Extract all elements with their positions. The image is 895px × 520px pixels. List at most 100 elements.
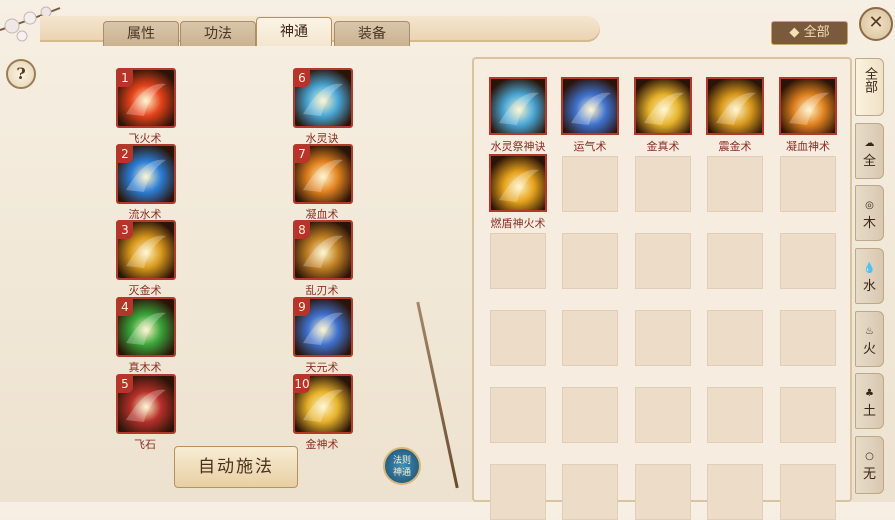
- skill-name: 运气术: [573, 140, 607, 153]
- law-label: 法则: [392, 456, 411, 466]
- law-divine-power-button[interactable]: 法则 神通: [383, 447, 421, 485]
- help-icon[interactable]: ?: [6, 59, 36, 89]
- skill-slot-7[interactable]: 7 凝血术: [293, 144, 353, 222]
- empty-slot[interactable]: [562, 233, 618, 289]
- skill-icon: [779, 77, 837, 135]
- skill-icon: [706, 77, 764, 135]
- skill-name: 乱刃术: [305, 284, 339, 297]
- side-tab-2[interactable]: ◎ 木: [855, 185, 884, 241]
- tab-equipment[interactable]: 装备: [334, 21, 410, 46]
- inventory-skill[interactable]: 凝血神术: [771, 77, 845, 154]
- empty-slot[interactable]: [635, 156, 691, 212]
- skill-icon: 3: [116, 220, 176, 280]
- skill-slot-5[interactable]: 5 飞石: [116, 374, 176, 452]
- empty-slot[interactable]: [780, 464, 836, 520]
- skill-slot-4[interactable]: 4 真木术: [116, 297, 176, 375]
- skill-icon: [561, 77, 619, 135]
- close-icon[interactable]: ✕: [859, 7, 893, 41]
- empty-slot[interactable]: [562, 464, 618, 520]
- skill-icon: [634, 77, 692, 135]
- skill-slot-1[interactable]: 1 飞火术: [116, 68, 176, 146]
- inventory-skill[interactable]: 水灵祭神诀: [481, 77, 555, 154]
- side-tab-4[interactable]: ♨ 火: [855, 311, 884, 367]
- slot-number: 5: [118, 376, 133, 393]
- empty-slot[interactable]: [780, 310, 836, 366]
- skill-slot-8[interactable]: 8 乱刃术: [293, 220, 353, 298]
- empty-slot[interactable]: [635, 464, 691, 520]
- skill-name: 金神术: [305, 438, 339, 451]
- skill-name: 水灵祭神诀: [490, 140, 546, 153]
- empty-slot[interactable]: [707, 310, 763, 366]
- skill-slot-6[interactable]: 6 水灵诀: [293, 68, 353, 146]
- empty-slot[interactable]: [490, 387, 546, 443]
- side-tab-label: 土: [862, 404, 876, 419]
- empty-slot[interactable]: [562, 387, 618, 443]
- side-tab-5[interactable]: ♣ 土: [855, 373, 884, 429]
- tab-attributes[interactable]: 属性: [103, 21, 179, 46]
- skill-slot-2[interactable]: 2 流水术: [116, 144, 176, 222]
- skill-inventory-panel: 水灵祭神诀 运气术 金真术 震金术 凝血神术燃盾神火术: [472, 57, 852, 520]
- side-tab-0[interactable]: 全部: [855, 58, 884, 116]
- skill-name: 天元术: [305, 361, 339, 374]
- skill-name: 凝血神术: [786, 140, 830, 153]
- slot-number: 2: [118, 146, 133, 163]
- empty-slot[interactable]: [635, 310, 691, 366]
- skill-slot-3[interactable]: 3 灭金术: [116, 220, 176, 298]
- side-tab-1[interactable]: ☁ 全: [855, 123, 884, 179]
- side-tab-label: 全部: [862, 67, 877, 93]
- empty-slot[interactable]: [707, 464, 763, 520]
- empty-slot[interactable]: [490, 310, 546, 366]
- inventory-skill[interactable]: 金真术: [626, 77, 700, 154]
- element-icon: ♣: [865, 388, 874, 399]
- slot-number: 4: [118, 299, 133, 316]
- empty-slot[interactable]: [490, 233, 546, 289]
- empty-slot[interactable]: [780, 387, 836, 443]
- skill-icon: [489, 77, 547, 135]
- empty-slot[interactable]: [707, 156, 763, 212]
- element-icon: ○: [865, 451, 874, 462]
- inventory-skill[interactable]: 运气术: [553, 77, 627, 154]
- skill-name: 燃盾神火术: [490, 217, 546, 230]
- skill-name: 飞石: [134, 438, 156, 451]
- empty-slot[interactable]: [490, 464, 546, 520]
- empty-slot[interactable]: [707, 387, 763, 443]
- side-tab-label: 全: [862, 154, 876, 169]
- tab-divine-powers[interactable]: 神通: [256, 17, 332, 46]
- element-icon: ♨: [865, 326, 874, 337]
- empty-slot[interactable]: [635, 387, 691, 443]
- side-tab-label: 无: [862, 467, 876, 482]
- empty-slot[interactable]: [707, 233, 763, 289]
- skill-icon: 9: [293, 297, 353, 357]
- inventory-skill[interactable]: 震金术: [698, 77, 772, 154]
- auto-cast-button[interactable]: 自动施法: [174, 446, 298, 488]
- skill-icon: 10: [293, 374, 353, 434]
- inventory-skill[interactable]: 燃盾神火术: [481, 154, 555, 231]
- empty-slot[interactable]: [562, 310, 618, 366]
- side-tab-label: 水: [862, 279, 876, 294]
- skill-icon: [489, 154, 547, 212]
- empty-slot[interactable]: [635, 233, 691, 289]
- side-tab-6[interactable]: ○ 无: [855, 436, 884, 494]
- side-tab-label: 火: [862, 342, 876, 357]
- skill-name: 震金术: [718, 140, 752, 153]
- empty-slot[interactable]: [562, 156, 618, 212]
- slot-number: 10: [294, 376, 310, 393]
- slot-number: 1: [118, 70, 133, 87]
- empty-slot[interactable]: [780, 233, 836, 289]
- top-bar: 属性 功法 神通 装备 ◆ 全部 ✕: [0, 0, 895, 46]
- empty-slot[interactable]: [780, 156, 836, 212]
- skill-icon: 5: [116, 374, 176, 434]
- skill-icon: 6: [293, 68, 353, 128]
- skill-slot-10[interactable]: 10 金神术: [293, 374, 353, 452]
- skill-slot-9[interactable]: 9 天元术: [293, 297, 353, 375]
- skill-icon: 1: [116, 68, 176, 128]
- side-tab-label: 木: [862, 216, 876, 231]
- tab-techniques[interactable]: 功法: [180, 21, 256, 46]
- skill-icon: 8: [293, 220, 353, 280]
- side-tab-3[interactable]: 💧 水: [855, 248, 884, 304]
- element-icon: ☁: [864, 138, 875, 149]
- skill-name: 金真术: [646, 140, 680, 153]
- filter-all-dropdown[interactable]: ◆ 全部: [771, 21, 848, 45]
- element-icon: 💧: [863, 263, 876, 274]
- staff-decoration: [416, 301, 459, 489]
